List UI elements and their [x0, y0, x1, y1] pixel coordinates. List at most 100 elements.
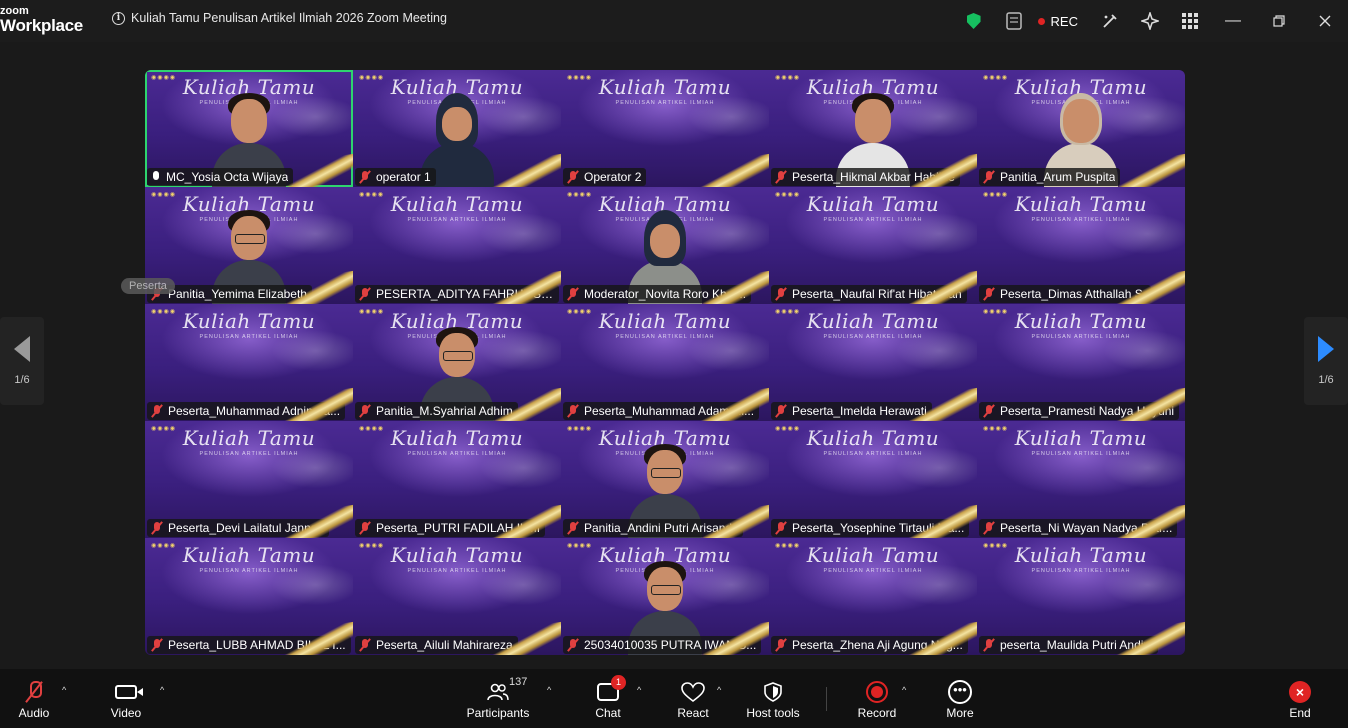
banner-subtitle: PENULISAN ARTIKEL ILMIAH	[1031, 568, 1131, 574]
more-button[interactable]: ••• More	[942, 669, 978, 728]
audio-options-chevron-icon[interactable]: ^	[62, 685, 66, 695]
participant-tile[interactable]: ◉◉◉◉Kuliah TamuPENULISAN ARTIKEL ILMIAHP…	[977, 304, 1185, 421]
participant-tile[interactable]: ◉◉◉◉Kuliah TamuPENULISAN ARTIKEL ILMIAHP…	[769, 421, 977, 538]
record-options-chevron-icon[interactable]: ^	[902, 685, 906, 695]
microphone-muted-icon	[566, 638, 580, 652]
notes-icon[interactable]	[994, 0, 1034, 42]
page-indicator-right: 1/6	[1318, 374, 1334, 386]
info-icon[interactable]: i	[112, 11, 125, 25]
participant-name: Panitia_Arum Puspita	[1000, 170, 1116, 184]
microphone-muted-icon	[150, 638, 164, 652]
participant-name-label: Panitia_Andini Putri Arisandy	[563, 519, 744, 537]
microphone-muted-icon	[358, 287, 372, 301]
participant-tile[interactable]: ◉◉◉◉Kuliah TamuPENULISAN ARTIKEL ILMIAHP…	[769, 187, 977, 304]
microphone-muted-icon	[982, 638, 996, 652]
participant-tile[interactable]: ◉◉◉◉Kuliah TamuPENULISAN ARTIKEL ILMIAHP…	[353, 538, 561, 655]
banner-title: Kuliah Tamu	[1014, 543, 1148, 567]
participant-tile[interactable]: ◉◉◉◉ Kuliah Tamu PENULISAN ARTIKEL ILMIAH p…	[977, 538, 1185, 655]
participant-tile[interactable]: ◉◉◉◉Kuliah TamuPENULISAN ARTIKEL ILMIAHP…	[145, 538, 353, 655]
participant-tile[interactable]: ◉◉◉◉Kuliah TamuPENULISAN ARTIKEL ILMIAHP…	[145, 187, 353, 304]
more-dots-icon: •••	[948, 679, 972, 704]
security-shield-icon[interactable]	[954, 0, 994, 42]
participant-name-label: Peserta_Zhena Aji Agung Nug...	[771, 636, 968, 654]
participant-name-label: Peserta_Dimas Atthallah S.	[979, 285, 1152, 303]
participant-name: Peserta_Pramesti Nadya Hayuni	[1000, 404, 1175, 418]
banner-title: Kuliah Tamu	[1014, 192, 1148, 216]
participant-tile[interactable]: ◉◉◉◉Kuliah TamuPENULISAN ARTIKEL ILMIAHP…	[977, 421, 1185, 538]
microphone-muted-icon	[358, 521, 372, 535]
banner-title: Kuliah Tamu	[1014, 309, 1148, 333]
recording-indicator[interactable]: REC	[1034, 14, 1090, 29]
participant-tile[interactable]: ◉◉◉◉Kuliah TamuPENULISAN ARTIKEL ILMIAHP…	[769, 70, 977, 187]
video-stage: 1/6 ◉◉◉◉Kuliah TamuPENULISAN ARTIKEL ILM…	[0, 42, 1348, 669]
react-options-chevron-icon[interactable]: ^	[717, 685, 721, 695]
microphone-muted-icon	[358, 404, 372, 418]
camera-icon	[115, 684, 143, 699]
toolbar-divider	[826, 687, 827, 711]
participant-tile[interactable]: ◉◉◉◉Kuliah TamuPENULISAN ARTIKEL ILMIAHP…	[769, 304, 977, 421]
apps-grid-icon[interactable]	[1170, 0, 1210, 42]
video-button[interactable]: Video	[106, 669, 146, 728]
banner-title: Kuliah Tamu	[806, 543, 940, 567]
banner-subtitle: PENULISAN ARTIKEL ILMIAH	[1031, 451, 1131, 457]
title-bar: zoom Workplace i Kuliah Tamu Penulisan A…	[0, 0, 1348, 42]
restore-button[interactable]	[1256, 0, 1302, 42]
participants-label: Participants	[466, 705, 530, 720]
participant-tile[interactable]: ◉◉◉◉Kuliah TamuPENULISAN ARTIKEL ILMIAHP…	[353, 187, 561, 304]
host-tools-button[interactable]: Host tools	[742, 669, 804, 728]
participants-button[interactable]: 137 Participants	[463, 669, 533, 728]
participant-tile[interactable]: ◉◉◉◉Kuliah TamuPENULISAN ARTIKEL ILMIAHP…	[977, 70, 1185, 187]
react-button[interactable]: React	[673, 669, 713, 728]
next-page-button[interactable]: 1/6	[1304, 317, 1348, 405]
banner-title: Kuliah Tamu	[598, 75, 732, 99]
chat-options-chevron-icon[interactable]: ^	[637, 685, 641, 695]
participant-tile[interactable]: ◉◉◉◉Kuliah TamuPENULISAN ARTIKEL ILMIAHM…	[561, 187, 769, 304]
participant-name: operator 1	[376, 170, 431, 184]
microphone-muted-icon	[358, 638, 372, 652]
participant-name: Peserta_Ni Wayan Nadya Putr...	[1000, 521, 1173, 535]
banner-subtitle: PENULISAN ARTIKEL ILMIAH	[823, 334, 923, 340]
microphone-muted-icon	[982, 521, 996, 535]
participant-tile[interactable]: ◉◉◉◉Kuliah TamuPENULISAN ARTIKEL ILMIAHP…	[561, 421, 769, 538]
minimize-button[interactable]: —	[1210, 0, 1256, 42]
participant-tile[interactable]: ◉◉◉◉Kuliah TamuPENULISAN ARTIKEL ILMIAHP…	[769, 538, 977, 655]
participant-tile[interactable]: ◉◉◉◉Kuliah TamuPENULISAN ARTIKEL ILMIAHM…	[145, 70, 353, 187]
previous-page-button[interactable]: 1/6	[0, 317, 44, 405]
arrow-left-icon	[14, 336, 30, 362]
participant-name-label: Moderator_Novita Roro Khoi...	[563, 285, 752, 303]
more-label: More	[946, 705, 974, 720]
participants-options-chevron-icon[interactable]: ^	[547, 685, 551, 695]
end-meeting-button[interactable]: × End	[1282, 669, 1318, 728]
participant-name: Panitia_Yemima Elizabeth	[168, 287, 307, 301]
banner-title: Kuliah Tamu	[1014, 426, 1148, 450]
record-icon	[866, 680, 888, 703]
close-button[interactable]	[1302, 0, 1348, 42]
participant-tile[interactable]: ◉◉◉◉Kuliah TamuPENULISAN ARTIKEL ILMIAHP…	[145, 304, 353, 421]
participant-name-label: 25034010035 PUTRA IWAN S...	[563, 636, 762, 654]
chat-button[interactable]: 1 Chat	[590, 669, 626, 728]
annotate-icon[interactable]	[1090, 0, 1130, 42]
participant-name: Peserta_Muhammad Adam Hi...	[584, 404, 755, 418]
video-options-chevron-icon[interactable]: ^	[160, 685, 164, 695]
participant-tile[interactable]: ◉◉◉◉Kuliah TamuPENULISAN ARTIKEL ILMIAHP…	[561, 304, 769, 421]
participant-name-label: Peserta_Pramesti Nadya Hayuni	[979, 402, 1180, 420]
participant-name-label: PESERTA_ADITYA FAHRUL SAP...	[355, 285, 559, 303]
participant-tile[interactable]: ◉◉◉◉Kuliah TamuPENULISAN ARTIKEL ILMIAH2…	[561, 538, 769, 655]
drag-tooltip: Peserta	[121, 278, 175, 294]
participant-name: Operator 2	[584, 170, 642, 184]
participant-tile[interactable]: ◉◉◉◉Kuliah TamuPENULISAN ARTIKEL ILMIAHP…	[353, 304, 561, 421]
gallery-grid: ◉◉◉◉Kuliah TamuPENULISAN ARTIKEL ILMIAHM…	[145, 70, 1185, 655]
participant-tile[interactable]: ◉◉◉◉Kuliah TamuPENULISAN ARTIKEL ILMIAHo…	[353, 70, 561, 187]
banner-subtitle: PENULISAN ARTIKEL ILMIAH	[407, 217, 507, 223]
record-button[interactable]: Record	[856, 669, 898, 728]
participant-name: Peserta_Yosephine Tirtauli Ma...	[792, 521, 965, 535]
banner-title: Kuliah Tamu	[182, 426, 316, 450]
participant-tile[interactable]: ◉◉◉◉ Kuliah Tamu PENULISAN ARTIKEL ILMIAH O…	[561, 70, 769, 187]
banner-subtitle: PENULISAN ARTIKEL ILMIAH	[199, 334, 299, 340]
logo-line2: Workplace	[0, 16, 83, 35]
participant-tile[interactable]: ◉◉◉◉Kuliah TamuPENULISAN ARTIKEL ILMIAHP…	[145, 421, 353, 538]
ai-companion-icon[interactable]	[1130, 0, 1170, 42]
participant-tile[interactable]: ◉◉◉◉Kuliah TamuPENULISAN ARTIKEL ILMIAHP…	[353, 421, 561, 538]
participant-tile[interactable]: ◉◉◉◉Kuliah TamuPENULISAN ARTIKEL ILMIAHP…	[977, 187, 1185, 304]
audio-button[interactable]: Audio	[14, 669, 54, 728]
